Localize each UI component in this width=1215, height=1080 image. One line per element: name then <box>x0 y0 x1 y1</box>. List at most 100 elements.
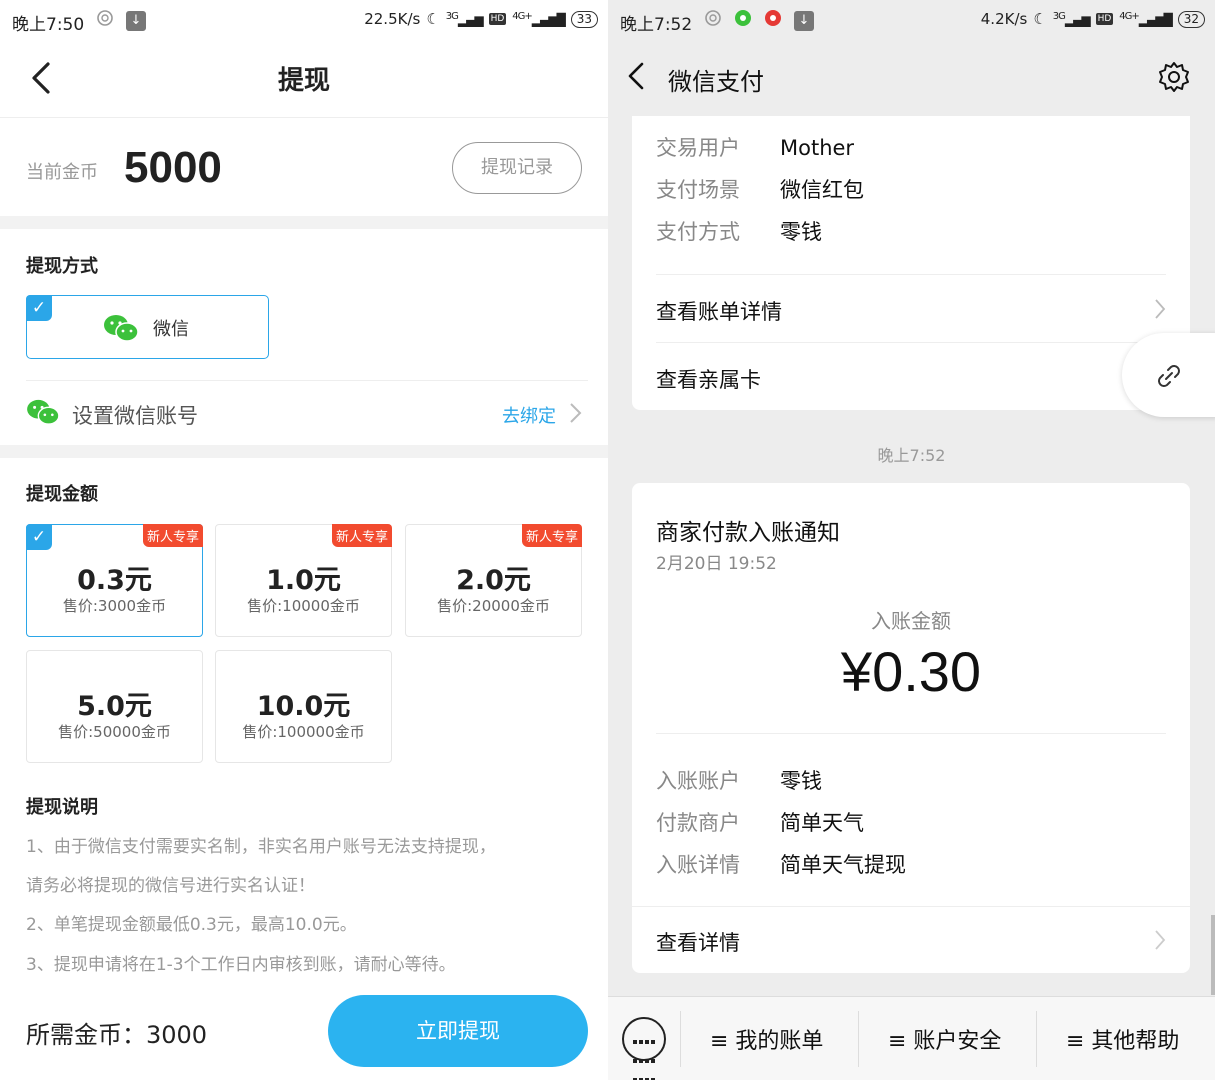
amount-price: 售价:20000金币 <box>437 597 550 615</box>
nav-bar: 微信支付 <box>608 40 1215 116</box>
note-line: 2、单笔提现金额最低0.3元，最高10.0元。 <box>26 915 357 935</box>
check-icon: ✓ <box>26 524 52 550</box>
moon-icon: ☾ <box>1033 10 1047 28</box>
view-details-link[interactable]: 查看详情 <box>656 927 1166 957</box>
note-line: 1、由于微信支付需要实名制，非实名用户账号无法支持提现， <box>26 837 496 857</box>
kv-row: 入账账户 零钱 <box>656 769 822 793</box>
floating-link-button[interactable] <box>1122 333 1215 417</box>
amount-price: 售价:50000金币 <box>58 723 171 741</box>
net-speed: 4.2K/s <box>980 10 1028 28</box>
amount-price: 售价:3000金币 <box>62 597 167 615</box>
divider <box>632 906 1190 907</box>
withdraw-records-button[interactable]: 提现记录 <box>452 142 582 194</box>
keyboard-toggle-button[interactable] <box>622 1017 666 1080</box>
chevron-right-icon <box>1154 929 1166 956</box>
menu-account-security[interactable]: ≡ 账户安全 <box>888 1023 1001 1055</box>
keyboard-icon <box>632 1030 656 1080</box>
amount-value: 0.3元 <box>77 565 152 596</box>
menu-other-help[interactable]: ≡ 其他帮助 <box>1066 1023 1179 1055</box>
signal-3g-icon: 3G▂▄▆ <box>445 11 484 27</box>
withdraw-now-button[interactable]: 立即提现 <box>328 995 588 1067</box>
signal-4g-icon: 4G+▂▄▆█ <box>1119 11 1172 27</box>
kv-row: 交易用户 Mother <box>656 136 855 160</box>
new-user-badge: 新人专享 <box>521 524 582 547</box>
gear-icon <box>1159 62 1189 92</box>
divider <box>656 733 1166 734</box>
download-icon: ↓ <box>794 9 814 31</box>
back-button[interactable] <box>626 58 656 98</box>
bill-details-link[interactable]: 查看账单详情 <box>656 296 1166 326</box>
new-user-badge: 新人专享 <box>331 524 392 547</box>
section-gap <box>0 216 608 229</box>
divider <box>656 342 1166 343</box>
chevron-left-icon <box>628 62 644 90</box>
amount-option-1[interactable]: 新人专享 1.0元 售价:10000金币 <box>215 524 392 637</box>
battery-icon: 33 <box>570 10 598 28</box>
family-card-link[interactable]: 查看亲属卡 <box>656 364 1166 394</box>
coins-summary: 当前金币 5000 提现记录 <box>0 118 608 216</box>
notification-icon <box>96 9 114 31</box>
amount-value: 5.0元 <box>77 691 152 722</box>
menu-separator <box>680 1011 681 1067</box>
payment-notice-card: 商家付款入账通知 2月20日 19:52 入账金额 ¥0.30 入账账户 零钱 付… <box>632 483 1190 973</box>
divider <box>656 274 1166 275</box>
wechat-icon <box>26 398 60 430</box>
battery-icon: 32 <box>1177 10 1205 28</box>
net-speed: 22.5K/s <box>364 10 421 28</box>
status-bar: 晚上7:52 ↓ 4.2K/s ☾ 3G▂▄▆ HD 4G+▂▄▆█ 32 <box>608 0 1215 40</box>
amount-value: 1.0元 <box>266 565 341 596</box>
amount-option-3[interactable]: 5.0元 售价:50000金币 <box>26 650 203 763</box>
method-wechat-label: 微信 <box>153 319 189 340</box>
transaction-card: 交易用户 Mother 支付场景 微信红包 支付方式 零钱 查看账单详情 查看亲属卡 <box>632 116 1190 410</box>
amount-option-2[interactable]: 新人专享 2.0元 售价:20000金币 <box>405 524 582 637</box>
notification-icon <box>704 9 722 31</box>
bind-label: 设置微信账号 <box>72 404 198 428</box>
status-bar: 晚上7:50 ↓ 22.5K/s ☾ 3G▂▄▆ HD 4G+▂▄▆█ 33 <box>0 0 608 40</box>
menu-separator <box>858 1011 859 1067</box>
note-line: 3、提现申请将在1-3个工作日内审核到账，请耐心等待。 <box>26 955 456 975</box>
nav-bar: 提现 <box>0 40 608 118</box>
notice-date: 2月20日 19:52 <box>656 554 777 574</box>
hd-icon: HD <box>488 13 507 25</box>
amount-price: 售价:10000金币 <box>247 597 360 615</box>
check-icon: ✓ <box>26 295 52 321</box>
bind-action-link[interactable]: 去绑定 <box>502 402 556 428</box>
status-time: 晚上7:50 <box>12 15 85 35</box>
amount-title: 提现金额 <box>26 484 98 505</box>
chevron-right-icon <box>568 402 582 428</box>
notes-title: 提现说明 <box>26 797 98 818</box>
kv-row: 支付方式 零钱 <box>656 220 822 244</box>
page-title: 提现 <box>277 66 330 96</box>
amount-option-0[interactable]: ✓ 新人专享 0.3元 售价:3000金币 <box>26 524 203 637</box>
amount-option-4[interactable]: 10.0元 售价:100000金币 <box>215 650 392 763</box>
scrollbar[interactable] <box>1211 915 1215 995</box>
download-icon: ↓ <box>126 9 146 31</box>
required-coins: 所需金币：3000 <box>26 1021 208 1049</box>
hd-icon: HD <box>1095 13 1114 25</box>
amount-price: 售价:100000金币 <box>242 723 365 741</box>
menu-my-bills[interactable]: ≡ 我的账单 <box>710 1023 823 1055</box>
bind-wechat-row[interactable]: 设置微信账号 去绑定 <box>0 381 608 445</box>
message-timestamp: 晚上7:52 <box>877 446 946 465</box>
new-user-badge: 新人专享 <box>142 524 203 547</box>
kv-row: 付款商户 简单天气 <box>656 811 864 835</box>
chevron-right-icon <box>1154 298 1166 325</box>
wechat-pay-screen: 晚上7:52 ↓ 4.2K/s ☾ 3G▂▄▆ HD 4G+▂▄▆█ 32 微信… <box>608 0 1215 1080</box>
kv-row: 支付场景 微信红包 <box>656 178 864 202</box>
withdraw-screen: 晚上7:50 ↓ 22.5K/s ☾ 3G▂▄▆ HD 4G+▂▄▆█ 33 提… <box>0 0 608 1080</box>
kv-row: 入账详情 简单天气提现 <box>656 853 906 877</box>
bottom-menu: ≡ 我的账单 ≡ 账户安全 ≡ 其他帮助 <box>608 996 1215 1080</box>
notice-title: 商家付款入账通知 <box>656 520 840 546</box>
amount-value: ¥0.30 <box>840 640 982 703</box>
signal-4g-icon: 4G+▂▄▆█ <box>512 11 565 27</box>
method-wechat-option[interactable]: ✓ 微信 <box>26 295 269 359</box>
link-icon <box>1158 365 1180 387</box>
coins-value: 5000 <box>124 143 222 192</box>
status-time: 晚上7:52 <box>620 15 693 35</box>
app-green-icon <box>734 9 752 31</box>
section-gap <box>0 445 608 458</box>
settings-button[interactable] <box>1157 60 1191 98</box>
moon-icon: ☾ <box>426 10 440 28</box>
amount-value: 2.0元 <box>456 565 531 596</box>
signal-3g-icon: 3G▂▄▆ <box>1052 11 1091 27</box>
